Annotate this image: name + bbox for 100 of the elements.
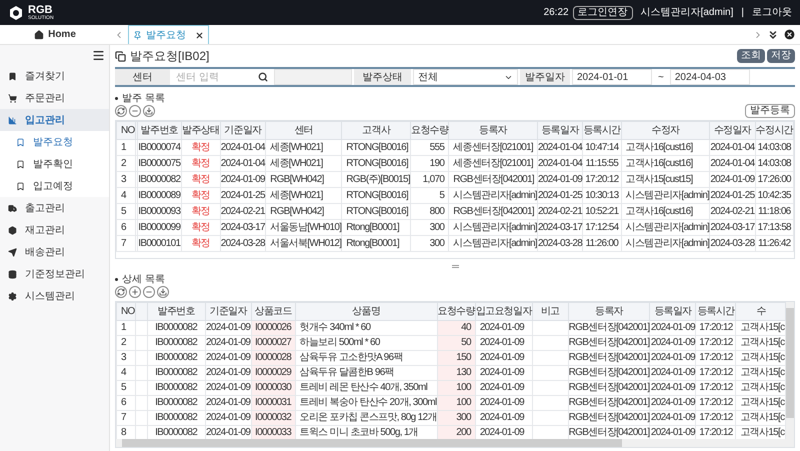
submenu-item[interactable]: 발주확인 bbox=[0, 153, 109, 175]
double-chevron-down-icon[interactable] bbox=[767, 28, 779, 40]
section-title: 발주 목록 bbox=[122, 92, 165, 106]
sidebar-item[interactable]: 출고관리 bbox=[0, 197, 109, 219]
horizontal-scrollbar[interactable] bbox=[116, 439, 786, 447]
status-select[interactable]: 전체 bbox=[413, 69, 518, 85]
table-cell: 세종[WH021] bbox=[266, 188, 342, 204]
table-cell: 3 bbox=[116, 172, 136, 188]
table-cell: 2024-01-25 bbox=[710, 188, 756, 204]
table-cell: 세종센터장[021001] bbox=[448, 156, 538, 172]
table-cell: 트레비 레몬 탄산수 40개, 350ml bbox=[295, 380, 438, 396]
table-cell: 2024-01-09 bbox=[650, 396, 696, 410]
table-cell: 고객사16[cust16] bbox=[621, 156, 710, 172]
table-cell: 2024-01-09 bbox=[205, 336, 252, 350]
table-cell: Rtong[B0001] bbox=[342, 236, 410, 252]
table-cell: 555 bbox=[410, 140, 449, 156]
refresh-icon[interactable] bbox=[115, 286, 127, 298]
close-all-icon[interactable] bbox=[783, 28, 796, 41]
table-cell: 2024-01-09 bbox=[475, 410, 532, 426]
submenu-item[interactable]: 입고예정 bbox=[0, 175, 109, 197]
table-cell: IB0000082 bbox=[137, 172, 182, 188]
table-cell: IB0000093 bbox=[137, 204, 182, 220]
table-cell: 4 bbox=[116, 188, 136, 204]
table-cell: 17:20:12 bbox=[696, 350, 736, 366]
table-cell: 2024-03-17 bbox=[710, 220, 756, 236]
filter-label: 센터 bbox=[115, 69, 170, 85]
column-header: 센터 bbox=[266, 122, 342, 140]
date-to-field[interactable]: 2024-04-03 bbox=[670, 69, 750, 85]
table-cell: 2024-02-21 bbox=[220, 204, 266, 220]
minus-icon[interactable] bbox=[129, 105, 141, 117]
cart-icon bbox=[8, 94, 17, 102]
bullet-icon bbox=[115, 96, 118, 100]
sidebar-item[interactable]: 기준정보관리 bbox=[0, 263, 109, 285]
splitter-handle[interactable] bbox=[452, 264, 458, 268]
home-tab[interactable]: Home bbox=[0, 25, 110, 44]
table-cell: 2024-01-09 bbox=[650, 336, 696, 350]
send-icon bbox=[8, 248, 17, 256]
table-cell: IB0000074 bbox=[137, 140, 182, 156]
search-icon[interactable] bbox=[258, 72, 268, 82]
logout-link[interactable]: 로그아웃 bbox=[752, 5, 792, 20]
date-from-field[interactable]: 2024-01-01 bbox=[572, 69, 652, 85]
sidebar-item[interactable]: 입고관리 bbox=[0, 109, 109, 131]
column-header: 등록일자 bbox=[650, 302, 696, 320]
filter-label: 발주일자 bbox=[520, 69, 570, 85]
action-button[interactable]: 조회 bbox=[737, 49, 765, 63]
extend-login-button[interactable]: 로그인연장 bbox=[572, 6, 633, 20]
table-cell: 2 bbox=[116, 336, 136, 350]
database-icon bbox=[8, 270, 17, 278]
table-cell: 확정 bbox=[181, 172, 220, 188]
table-cell: 2024-01-09 bbox=[205, 320, 252, 336]
pin-icon bbox=[133, 30, 142, 40]
table-cell: 17:20:12 bbox=[696, 380, 736, 396]
table-cell: 50 bbox=[437, 336, 476, 350]
table-cell: IB0000101 bbox=[137, 236, 182, 252]
table-cell: 헛개수 340ml * 60 bbox=[295, 320, 438, 336]
submenu-item[interactable]: 발주요청 bbox=[0, 131, 109, 153]
chart-icon bbox=[8, 116, 17, 124]
table-cell: 300 bbox=[410, 220, 449, 236]
minus-icon[interactable] bbox=[143, 286, 155, 298]
table-cell: 2024-01-04 bbox=[710, 140, 756, 156]
table-cell: 150 bbox=[437, 350, 476, 366]
sidebar-item[interactable]: 재고관리 bbox=[0, 219, 109, 241]
table-cell: 130 bbox=[437, 366, 476, 380]
table-cell: 17:20:12 bbox=[696, 366, 736, 380]
table-cell: 2024-03-17 bbox=[537, 220, 583, 236]
table-cell: 800 bbox=[410, 204, 449, 220]
page-tab[interactable]: 발주요청 bbox=[128, 25, 209, 44]
filter-label: 발주상태 bbox=[354, 69, 411, 85]
table-cell: 11:26:42 bbox=[755, 236, 794, 252]
table-cell: 시스템관리자[admin] bbox=[621, 236, 710, 252]
column-header: 비고 bbox=[532, 302, 568, 320]
sidebar-item[interactable]: 즐겨찾기 bbox=[0, 65, 109, 87]
column-header: 등록시간 bbox=[582, 122, 622, 140]
table-cell: 5 bbox=[116, 204, 136, 220]
logo-text: RGB bbox=[28, 4, 54, 16]
table-cell: 2024-02-21 bbox=[710, 204, 756, 220]
table-cell: RGB센터장[042001] bbox=[568, 366, 650, 380]
register-button[interactable]: 발주등록 bbox=[745, 104, 795, 118]
menu-icon[interactable] bbox=[92, 48, 105, 62]
sidebar-item[interactable]: 배송관리 bbox=[0, 241, 109, 263]
table-cell: 확정 bbox=[181, 236, 220, 252]
table-cell: RTONG[B0016] bbox=[342, 156, 410, 172]
refresh-icon[interactable] bbox=[115, 105, 127, 117]
close-icon[interactable] bbox=[195, 30, 204, 40]
download-icon[interactable] bbox=[143, 105, 155, 117]
sidebar-item[interactable]: 주문관리 bbox=[0, 87, 109, 109]
download-icon[interactable] bbox=[157, 286, 169, 298]
tab-label: 발주요청 bbox=[146, 28, 187, 42]
center-input[interactable]: 센터 입력 bbox=[172, 69, 252, 85]
table-cell: 2024-01-04 bbox=[537, 140, 583, 156]
vertical-scrollbar[interactable] bbox=[786, 302, 794, 447]
column-header: 기준일자 bbox=[220, 122, 266, 140]
table-cell: 시스템관리자[admin] bbox=[621, 188, 710, 204]
action-button[interactable]: 저장 bbox=[767, 49, 795, 63]
table-cell: 확정 bbox=[181, 188, 220, 204]
sidebar-item[interactable]: 시스템관리 bbox=[0, 285, 109, 307]
table-cell: RGB센터장[042001] bbox=[568, 396, 650, 410]
plus-icon[interactable] bbox=[129, 286, 141, 298]
table-cell: RTONG[B0016] bbox=[342, 188, 410, 204]
table-cell: 6 bbox=[116, 396, 136, 410]
